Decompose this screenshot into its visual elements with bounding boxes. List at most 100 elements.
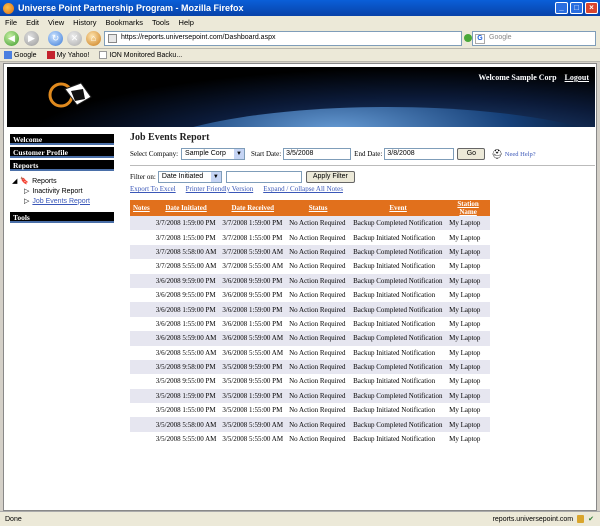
tree-item-link[interactable]: Job Events Report [32,198,90,205]
table-cell: Backup Initiated Notification [350,287,447,303]
table-cell: Backup Initiated Notification [350,230,447,245]
lock-icon[interactable] [577,515,585,523]
bookmark-ion-monitored[interactable]: ION Monitored Backu... [99,51,182,59]
table-cell: Backup Completed Notification [350,244,447,260]
column-header-date-received[interactable]: Date Received [219,200,287,216]
table-header-row: Notes Date Initiated Date Received Statu… [130,200,491,216]
maximize-button[interactable]: □ [570,2,583,14]
table-cell [130,302,153,317]
forward-arrow-icon[interactable]: ▶ [24,31,39,46]
table-row: 3/6/2008 1:59:00 PM 3/6/2008 1:59:00 PM No… [130,302,491,317]
table-cell: 3/5/2008 9:55:00 PM [219,374,287,389]
table-cell [130,273,153,288]
table-cell: My Laptop [446,230,491,245]
go-button[interactable]: Go [457,148,486,160]
nav-reports[interactable]: Reports [10,160,114,171]
chevron-down-icon: ▼ [234,149,245,159]
tree-item-job-events-report[interactable]: ▷ Job Events Report [12,196,114,206]
column-header-status[interactable]: Status [286,200,351,216]
table-cell: 3/5/2008 5:55:00 AM [219,431,287,447]
nav-customer-profile[interactable]: Customer Profile [10,147,114,158]
table-cell [130,216,153,231]
tree-item-inactivity-report[interactable]: ▷ Inactivity Report [12,186,114,196]
logout-link[interactable]: Logout [565,73,589,82]
table-cell: 3/6/2008 1:55:00 PM [152,316,220,332]
table-cell: 3/6/2008 1:55:00 PM [219,316,287,332]
table-cell: No Action Required [286,403,351,418]
apply-filter-button[interactable]: Apply Filter [305,171,355,183]
go-arrow-icon[interactable] [464,34,472,42]
tree-root[interactable]: ◢ 🔖 Reports [12,176,114,186]
site-favicon-icon [108,34,117,43]
table-cell: No Action Required [286,417,351,432]
need-help-link[interactable]: Need Help? [505,151,536,158]
reload-icon[interactable]: ↻ [48,31,63,46]
column-header-station-name[interactable]: Station Name [446,200,491,216]
table-cell [130,230,153,245]
home-icon[interactable]: ⌂ [86,31,101,46]
nav-tools[interactable]: Tools [10,212,114,223]
table-cell: My Laptop [446,374,491,389]
expand-collapse-notes-link[interactable]: Expand / Collapse All Notes [263,185,343,196]
end-date-input[interactable]: 3/8/2008 [384,148,455,160]
menu-file[interactable]: File [5,18,17,27]
table-cell: 3/7/2008 1:59:00 PM [152,216,220,231]
address-bar[interactable]: https://reports.universepoint.com/Dashbo… [104,31,462,46]
table-cell: Backup Completed Notification [350,359,447,375]
minimize-button[interactable]: _ [555,2,568,14]
table-row: 3/7/2008 5:58:00 AM 3/7/2008 5:59:00 AM No… [130,244,491,260]
collapse-triangle-icon[interactable]: ◢ [12,177,17,185]
table-cell: No Action Required [286,259,351,274]
page-viewport: Welcome Sample Corp Logout Welcome Custo… [3,63,597,511]
table-cell [130,359,153,375]
menu-edit[interactable]: Edit [26,18,39,27]
search-input[interactable]: G Google [472,31,596,46]
back-arrow-icon[interactable]: ◀ [4,31,19,46]
menu-view[interactable]: View [48,18,64,27]
table-cell: 3/6/2008 5:59:00 AM [152,331,220,346]
status-tools-icon[interactable]: ✔ [588,515,594,523]
nav-welcome[interactable]: Welcome [10,134,114,145]
company-select[interactable]: Sample Corp ▼ [181,148,246,160]
table-cell: Backup Completed Notification [350,273,447,288]
column-header-date-initiated[interactable]: Date Initiated [152,200,220,216]
table-cell: No Action Required [286,230,351,245]
table-cell: No Action Required [286,273,351,288]
filter-select[interactable]: Date Initiated ▼ [157,171,222,183]
column-header-notes[interactable]: Notes [130,200,153,216]
table-cell [130,388,153,404]
stop-icon[interactable]: ✕ [67,31,82,46]
menu-history[interactable]: History [73,18,96,27]
site-banner: Welcome Sample Corp Logout [7,67,595,127]
table-cell: 3/7/2008 1:55:00 PM [219,230,287,245]
printer-friendly-link[interactable]: Printer Friendly Version [186,185,254,196]
table-row: 3/5/2008 5:58:00 AM 3/5/2008 5:59:00 AM No… [130,417,491,432]
menu-tools[interactable]: Tools [152,18,170,27]
table-cell: No Action Required [286,345,351,360]
table-cell: 3/6/2008 9:59:00 PM [219,273,287,288]
bookmark-my-yahoo[interactable]: My Yahoo! [46,51,89,59]
window-titlebar: Universe Point Partnership Program - Moz… [0,0,600,16]
close-button[interactable]: × [585,2,598,14]
yahoo-bookmark-icon [46,51,55,59]
job-events-table: Notes Date Initiated Date Received Statu… [130,200,491,447]
table-cell: 3/5/2008 1:59:00 PM [152,388,220,404]
start-date-label: Start Date: [251,150,282,158]
page-title: Job Events Report [130,132,210,143]
filter-text-input[interactable] [225,171,302,183]
satellite-logo-icon [48,82,92,108]
table-row: 3/7/2008 1:55:00 PM 3/7/2008 1:55:00 PM No… [130,230,491,245]
menu-help[interactable]: Help [179,18,194,27]
export-to-excel-link[interactable]: Export To Excel [130,185,176,196]
table-cell: Backup Initiated Notification [350,403,447,418]
tree-folder-icon: 🔖 [20,178,30,185]
expand-triangle-icon: ▷ [24,198,30,205]
column-header-event[interactable]: Event [350,200,447,216]
search-placeholder: Google [489,34,512,41]
table-cell: No Action Required [286,359,351,375]
start-date-input[interactable]: 3/5/2008 [283,148,352,160]
menu-bookmarks[interactable]: Bookmarks [106,18,144,27]
help-icon[interactable]: ⛑ [491,149,502,160]
bookmark-google[interactable]: Google [4,51,37,59]
table-cell: Backup Initiated Notification [350,259,447,274]
